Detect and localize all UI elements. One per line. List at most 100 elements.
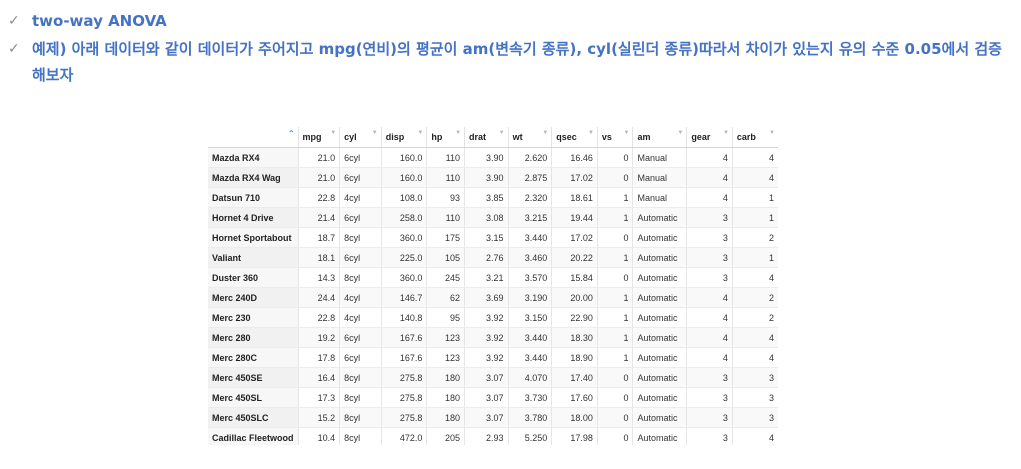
table-row: Hornet 4 Drive 21.4 6cyl 258.0 110 3.08 3.215 1… xyxy=(208,207,778,228)
row-name-cell: Merc 450SL xyxy=(208,387,299,408)
table-cell: 180 xyxy=(426,407,465,428)
table-cell: 3 xyxy=(686,407,733,428)
table-cell: 6cyl xyxy=(339,167,382,188)
column-header-gear[interactable]: gear ▼ xyxy=(686,127,733,148)
table-cell: 4 xyxy=(686,347,733,368)
table-cell: 4 xyxy=(731,347,778,368)
table-cell: 17.02 xyxy=(551,227,598,248)
table-cell: 8cyl xyxy=(339,427,382,445)
row-name-cell: Mazda RX4 xyxy=(208,147,299,168)
table-cell: 3.440 xyxy=(507,327,552,348)
table-cell: 225.0 xyxy=(380,247,427,268)
table-cell: Automatic xyxy=(632,227,687,248)
table-row: Datsun 710 22.8 4cyl 108.0 93 3.85 2.320 18.61 1… xyxy=(208,187,778,208)
table-cell: 3.15 xyxy=(464,227,509,248)
sort-icon[interactable]: ▼ xyxy=(417,130,423,136)
table-cell: 4 xyxy=(686,187,733,208)
table-cell: Manual xyxy=(632,187,687,208)
sort-icon[interactable]: ▼ xyxy=(723,130,729,136)
table-cell: 4cyl xyxy=(339,307,382,328)
table-cell: 205 xyxy=(426,427,465,445)
row-name-cell: Duster 360 xyxy=(208,267,299,288)
sort-icon[interactable]: ▼ xyxy=(499,130,505,136)
table-row: Mazda RX4 21.0 6cyl 160.0 110 3.90 2.620 16.46 0… xyxy=(208,147,778,168)
row-name-cell: Mazda RX4 Wag xyxy=(208,167,299,188)
table-cell: 8cyl xyxy=(339,227,382,248)
column-header-mpg[interactable]: mpg ▼ xyxy=(297,127,340,148)
table-cell: 20.00 xyxy=(551,287,598,308)
sort-icon[interactable]: ▼ xyxy=(372,130,378,136)
table-cell: 19.2 xyxy=(297,327,340,348)
column-header-vs[interactable]: vs ▼ xyxy=(596,127,633,148)
table-cell: Automatic xyxy=(632,347,687,368)
column-header-cyl[interactable]: cyl ▼ xyxy=(339,127,382,148)
sort-icon[interactable]: ▼ xyxy=(588,130,594,136)
column-header-wt[interactable]: wt ▼ xyxy=(507,127,552,148)
table-cell: 20.22 xyxy=(551,247,598,268)
table-cell: 1 xyxy=(596,247,633,268)
table-cell: 4 xyxy=(686,307,733,328)
sort-icon[interactable]: ⌃ xyxy=(288,129,295,138)
column-header-am[interactable]: am ▼ xyxy=(632,127,687,148)
table-cell: 0 xyxy=(596,367,633,388)
column-header-drat[interactable]: drat ▼ xyxy=(464,127,509,148)
table-cell: 3.21 xyxy=(464,267,509,288)
table-cell: 1 xyxy=(731,207,778,228)
data-table-viewer: ⌃ mpg ▼ cyl ▼ disp ▼ hp ▼ drat ▼ wt ▼ qsec ▼ vs ▼ am ▼ gear… xyxy=(208,127,778,445)
column-header-rownames[interactable]: ⌃ xyxy=(208,127,299,148)
table-row: Hornet Sportabout 18.7 8cyl 360.0 175 3.15 3.4… xyxy=(208,227,778,248)
sort-icon[interactable]: ▼ xyxy=(677,130,683,136)
table-cell: 2.620 xyxy=(507,147,552,168)
column-header-hp[interactable]: hp ▼ xyxy=(426,127,465,148)
table-cell: 4.070 xyxy=(507,367,552,388)
row-name-cell: Merc 230 xyxy=(208,307,299,328)
row-name-cell: Valiant xyxy=(208,247,299,268)
row-name-cell: Datsun 710 xyxy=(208,187,299,208)
table-cell: 16.46 xyxy=(551,147,598,168)
table-cell: 3 xyxy=(731,367,778,388)
table-cell: 22.90 xyxy=(551,307,598,328)
sort-icon[interactable]: ▼ xyxy=(455,130,461,136)
table-cell: 160.0 xyxy=(380,167,427,188)
table-cell: 3.570 xyxy=(507,267,552,288)
table-cell: 3.92 xyxy=(464,327,509,348)
row-name-cell: Merc 450SE xyxy=(208,367,299,388)
table-cell: 3 xyxy=(686,267,733,288)
sort-icon[interactable]: ▼ xyxy=(624,130,630,136)
table-cell: Automatic xyxy=(632,367,687,388)
table-cell: 110 xyxy=(426,147,465,168)
table-cell: 62 xyxy=(426,287,465,308)
column-header-disp[interactable]: disp ▼ xyxy=(380,127,427,148)
table-cell: 4cyl xyxy=(339,187,382,208)
table-cell: 8cyl xyxy=(339,267,382,288)
table-cell: 2 xyxy=(731,287,778,308)
table-cell: 167.6 xyxy=(380,327,427,348)
table-cell: 360.0 xyxy=(380,227,427,248)
table-cell: 4 xyxy=(686,147,733,168)
table-cell: 18.7 xyxy=(297,227,340,248)
table-cell: 4 xyxy=(686,167,733,188)
table-cell: 18.30 xyxy=(551,327,598,348)
row-name-cell: Merc 240D xyxy=(208,287,299,308)
sort-icon[interactable]: ▼ xyxy=(330,130,336,136)
table-header-row: ⌃ mpg ▼ cyl ▼ disp ▼ hp ▼ drat ▼ wt ▼ qsec ▼ vs ▼ am ▼ gear… xyxy=(208,127,778,148)
bullet-example-text: 예제) 아래 데이터와 같이 데이터가 주어지고 mpg(연비)의 평균이 am… xyxy=(32,40,1002,84)
sort-icon[interactable]: ▼ xyxy=(769,130,775,136)
table-cell: Automatic xyxy=(632,387,687,408)
sort-icon[interactable]: ▼ xyxy=(542,130,548,136)
column-header-qsec[interactable]: qsec ▼ xyxy=(551,127,598,148)
table-cell: 258.0 xyxy=(380,207,427,228)
table-cell: 167.6 xyxy=(380,347,427,368)
table-cell: 15.2 xyxy=(297,407,340,428)
table-cell: 18.90 xyxy=(551,347,598,368)
table-cell: 105 xyxy=(426,247,465,268)
table-cell: 5.250 xyxy=(507,427,552,445)
table-cell: 3.85 xyxy=(464,187,509,208)
table-cell: 17.98 xyxy=(551,427,598,445)
table-cell: 15.84 xyxy=(551,267,598,288)
column-header-carb[interactable]: carb ▼ xyxy=(731,127,778,148)
table-cell: 175 xyxy=(426,227,465,248)
table-cell: 1 xyxy=(596,207,633,228)
row-name-cell: Cadillac Fleetwood xyxy=(208,427,299,445)
table-row: Merc 450SL 17.3 8cyl 275.8 180 3.07 3.730 17.60… xyxy=(208,387,778,408)
